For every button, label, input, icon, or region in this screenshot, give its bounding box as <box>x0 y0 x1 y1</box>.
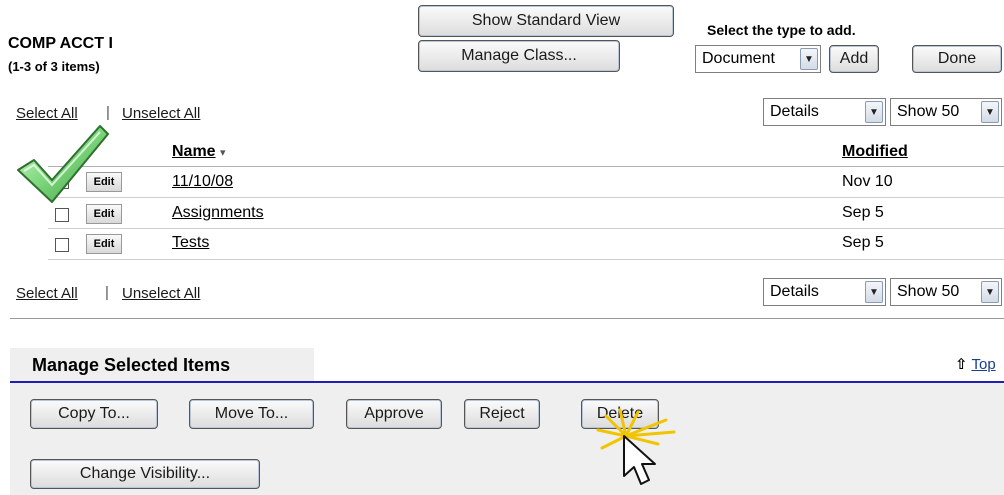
select-all-link-top[interactable]: Select All <box>16 105 78 122</box>
item-count: (1-3 of 3 items) <box>8 59 100 74</box>
separator: | <box>106 104 110 121</box>
row-divider <box>48 259 1004 260</box>
chevron-down-icon[interactable]: ▼ <box>800 48 818 70</box>
section-divider <box>10 318 1004 319</box>
add-button[interactable]: Add <box>829 45 879 73</box>
add-type-label: Select the type to add. <box>707 22 856 38</box>
view-select-top[interactable]: Details ▼ <box>763 98 886 126</box>
show-value: Show 50 <box>897 283 960 300</box>
chevron-down-icon[interactable]: ▼ <box>981 101 999 123</box>
row-divider <box>48 228 1004 229</box>
unselect-all-link-top[interactable]: Unselect All <box>122 105 200 122</box>
header-divider <box>48 166 1004 167</box>
show-select-bottom[interactable]: Show 50 ▼ <box>890 278 1002 306</box>
view-value: Details <box>770 103 819 120</box>
separator: | <box>105 284 109 301</box>
item-name-link[interactable]: 11/10/08 <box>172 173 233 191</box>
item-name-link[interactable]: Assignments <box>172 204 264 222</box>
copy-to-button[interactable]: Copy To... <box>30 399 158 429</box>
name-header-label[interactable]: Name <box>172 143 216 160</box>
chevron-down-icon[interactable]: ▼ <box>865 281 883 303</box>
move-to-button[interactable]: Move To... <box>189 399 314 429</box>
checkmark-icon <box>17 125 109 203</box>
item-modified: Sep 5 <box>842 204 884 221</box>
row-checkbox[interactable] <box>55 238 69 252</box>
view-value: Details <box>770 283 819 300</box>
up-arrow-icon: ⇧ <box>955 356 968 373</box>
reject-button[interactable]: Reject <box>464 399 540 429</box>
unselect-all-link-bottom[interactable]: Unselect All <box>122 285 200 302</box>
top-link-label[interactable]: Top <box>971 356 995 373</box>
chevron-down-icon[interactable]: ▼ <box>865 101 883 123</box>
manage-section-title: Manage Selected Items <box>32 355 231 375</box>
row-checkbox[interactable] <box>55 208 69 222</box>
manage-class-button[interactable]: Manage Class... <box>418 40 620 72</box>
name-column-header[interactable]: Name ▾ <box>172 143 226 161</box>
select-all-link-bottom[interactable]: Select All <box>16 285 78 302</box>
top-link[interactable]: ⇧ Top <box>955 355 996 373</box>
show-standard-view-button[interactable]: Show Standard View <box>418 5 674 37</box>
done-button[interactable]: Done <box>912 45 1002 73</box>
view-select-bottom[interactable]: Details ▼ <box>763 278 886 306</box>
item-name-link[interactable]: Tests <box>172 234 209 252</box>
show-select-top[interactable]: Show 50 ▼ <box>890 98 1002 126</box>
chevron-down-icon[interactable]: ▼ <box>981 281 999 303</box>
item-modified: Nov 10 <box>842 173 893 190</box>
show-value: Show 50 <box>897 103 960 120</box>
mouse-cursor-icon <box>623 435 656 485</box>
course-title: COMP ACCT I <box>8 35 113 52</box>
row-divider <box>48 197 1004 198</box>
modified-column-header[interactable]: Modified <box>842 143 908 161</box>
item-modified: Sep 5 <box>842 234 884 251</box>
add-type-value: Document <box>702 50 775 67</box>
approve-button[interactable]: Approve <box>346 399 442 429</box>
edit-button[interactable]: Edit <box>86 234 122 254</box>
change-visibility-button[interactable]: Change Visibility... <box>30 459 260 489</box>
sort-arrow-icon: ▾ <box>220 147 226 159</box>
add-type-select[interactable]: Document ▼ <box>695 45 821 73</box>
